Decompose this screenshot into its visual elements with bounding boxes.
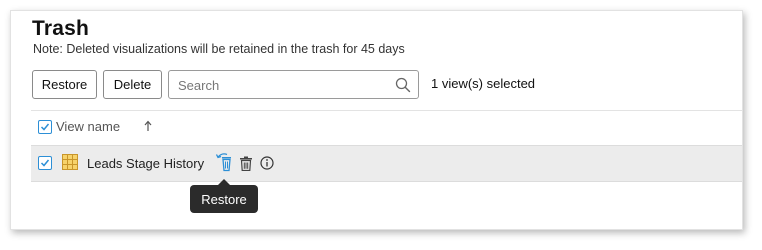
search-input[interactable] — [178, 76, 378, 94]
info-icon[interactable] — [260, 156, 274, 170]
selection-count: 1 view(s) selected — [431, 76, 536, 91]
restore-icon[interactable] — [215, 152, 233, 172]
table-icon — [62, 154, 78, 170]
table-header: View name — [31, 111, 742, 145]
trash-panel: Trash Note: Deleted visualizations will … — [10, 10, 743, 230]
restore-button[interactable]: Restore — [32, 70, 97, 99]
restore-tooltip: Restore — [190, 185, 258, 213]
checkmark-icon — [40, 123, 50, 131]
view-name-column-header[interactable]: View name — [56, 119, 120, 134]
row-view-name[interactable]: Leads Stage History — [87, 156, 204, 171]
table-row[interactable]: Leads Stage History — [31, 145, 742, 182]
page-title: Trash — [32, 17, 90, 40]
search-box[interactable] — [168, 70, 419, 99]
retention-note: Note: Deleted visualizations will be ret… — [33, 42, 405, 56]
select-all-checkbox[interactable] — [38, 120, 52, 134]
sort-ascending-icon[interactable] — [144, 120, 152, 132]
trash-icon[interactable] — [239, 156, 253, 171]
delete-button[interactable]: Delete — [103, 70, 162, 99]
search-icon[interactable] — [395, 77, 411, 93]
row-checkbox[interactable] — [38, 156, 52, 170]
checkmark-icon — [40, 159, 50, 167]
